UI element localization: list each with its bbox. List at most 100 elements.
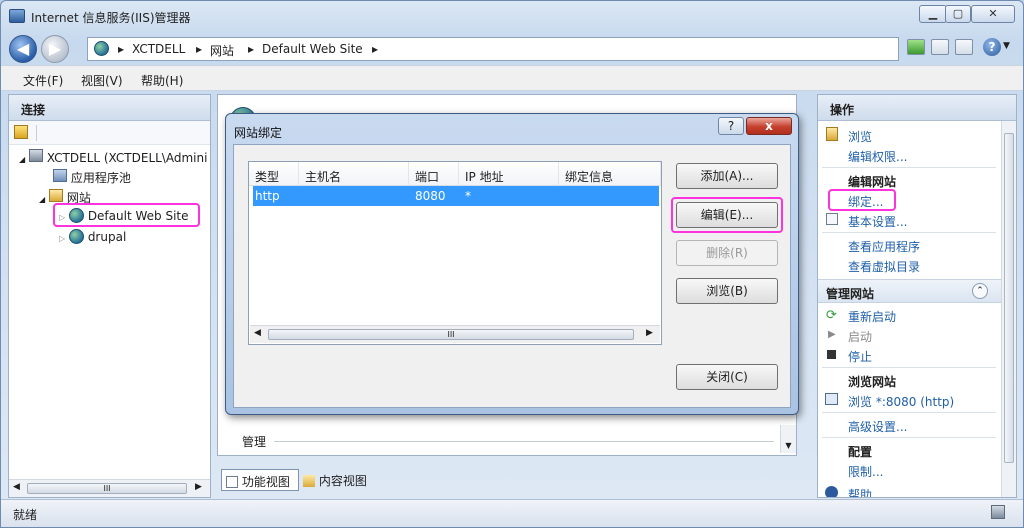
- connections-horizontal-scrollbar[interactable]: ◀ III ▶: [9, 479, 210, 497]
- actions-scroll-thumb[interactable]: [1004, 133, 1014, 463]
- forward-arrow-icon[interactable]: ▶: [41, 35, 69, 63]
- navigation-bar: ◀ ▶ ▸ XCTDELL ▸ 网站 ▸ Default Web Site ▸ …: [1, 31, 1023, 65]
- section-edit-site: 编辑网站: [848, 175, 897, 189]
- stop-square-icon: [827, 350, 836, 359]
- action-help[interactable]: 帮助: [848, 486, 872, 497]
- collapse-section-icon[interactable]: ⌃: [972, 283, 988, 299]
- action-explore[interactable]: 浏览: [848, 128, 872, 145]
- connect-icon[interactable]: [14, 125, 28, 139]
- cell-port: 8080: [415, 189, 446, 203]
- action-start: 启动: [848, 330, 873, 344]
- separator: [822, 412, 996, 413]
- column-header-ip[interactable]: IP 地址: [459, 162, 559, 186]
- help-dropdown-icon[interactable]: ▼: [1003, 41, 1010, 51]
- menu-file[interactable]: 文件(F): [23, 72, 63, 89]
- remove-button[interactable]: 删除(R): [676, 240, 778, 266]
- site-bindings-dialog: 网站绑定 ? x 类型 主机名 端口 IP 地址 绑定信息 http 8080 …: [225, 113, 799, 415]
- column-header-type[interactable]: 类型: [249, 162, 299, 186]
- menu-help[interactable]: 帮助(H): [141, 72, 183, 89]
- refresh-icon[interactable]: [907, 39, 925, 55]
- app-pool-icon: [53, 169, 67, 182]
- column-header-binding-info[interactable]: 绑定信息: [559, 162, 661, 186]
- close-button[interactable]: 关闭(C): [676, 364, 778, 390]
- browse-icon: [825, 393, 838, 405]
- separator: [822, 367, 996, 368]
- actions-scrollbar[interactable]: [1001, 121, 1016, 497]
- action-limits[interactable]: 限制...: [848, 463, 883, 480]
- collapse-icon[interactable]: ◢: [19, 155, 25, 164]
- content-view-icon: [303, 475, 315, 487]
- add-button[interactable]: 添加(A)...: [676, 163, 778, 189]
- network-status-icon: [991, 505, 1005, 519]
- action-bindings[interactable]: 绑定...: [828, 189, 896, 211]
- connections-header: 连接: [9, 95, 210, 121]
- action-restart[interactable]: 重新启动: [848, 308, 896, 325]
- column-header-host[interactable]: 主机名: [299, 162, 409, 186]
- action-browse-8080[interactable]: 浏览 *:8080 (http): [848, 393, 954, 410]
- actions-pane: 操作 浏览 编辑权限... 编辑网站 绑定... 基本设置... 查看应用程序 …: [817, 94, 1017, 498]
- close-window-button[interactable]: ✕: [971, 5, 1015, 23]
- explore-icon: [826, 127, 838, 141]
- maximize-button[interactable]: ▢: [945, 5, 971, 23]
- scroll-thumb[interactable]: III: [27, 483, 187, 494]
- scroll-right-icon[interactable]: ▶: [195, 482, 202, 492]
- manage-site-header: 管理网站 ⌃: [818, 279, 1001, 303]
- dialog-close-button[interactable]: x: [746, 117, 792, 135]
- stop-icon[interactable]: [931, 39, 949, 55]
- action-edit-permissions[interactable]: 编辑权限...: [848, 148, 907, 165]
- globe-icon: [94, 41, 109, 56]
- features-view-icon: [226, 476, 238, 488]
- status-text: 就绪: [13, 508, 38, 522]
- scroll-left-icon[interactable]: ◀: [13, 482, 20, 492]
- action-stop[interactable]: 停止: [848, 348, 872, 365]
- manage-section-label: 管理: [242, 435, 267, 449]
- action-basic-settings[interactable]: 基本设置...: [848, 213, 907, 230]
- server-icon: [28, 149, 43, 162]
- tree-item-default-web-site[interactable]: ▷ Default Web Site: [53, 203, 200, 227]
- globe-icon: [68, 229, 84, 244]
- restart-icon: ⟳: [826, 308, 837, 323]
- dialog-title: 网站绑定: [234, 126, 283, 140]
- expand-icon[interactable]: ▷: [59, 234, 65, 243]
- scroll-left-icon[interactable]: ◀: [254, 328, 261, 338]
- breadcrumb-sites[interactable]: 网站: [210, 42, 234, 59]
- section-divider: [274, 441, 774, 442]
- action-advanced-settings[interactable]: 高级设置...: [848, 418, 907, 435]
- edit-button[interactable]: 编辑(E)...: [676, 202, 778, 228]
- tree-item-drupal[interactable]: ▷ drupal: [59, 229, 126, 244]
- globe-icon: [68, 208, 84, 223]
- home-icon[interactable]: [955, 39, 973, 55]
- minimize-button[interactable]: ▁: [919, 5, 947, 23]
- status-bar: 就绪: [1, 499, 1023, 527]
- breadcrumb-server[interactable]: XCTDELL: [132, 42, 185, 56]
- tree-item-app-pools[interactable]: 应用程序池: [53, 169, 131, 186]
- expand-icon[interactable]: ▷: [59, 213, 65, 222]
- connections-pane: 连接 ◢ XCTDELL (XCTDELL\Admini 应用程序池 ◢ 网站 …: [8, 94, 211, 498]
- column-header-port[interactable]: 端口: [409, 162, 459, 186]
- dialog-help-button[interactable]: ?: [718, 117, 744, 135]
- scroll-right-icon[interactable]: ▶: [646, 328, 653, 338]
- menu-view[interactable]: 视图(V): [81, 72, 123, 89]
- tab-features-view[interactable]: 功能视图: [221, 469, 299, 491]
- feature-scroll-down-icon[interactable]: ▼: [780, 425, 796, 453]
- bindings-horizontal-scrollbar[interactable]: ◀ III ▶: [250, 325, 660, 343]
- breadcrumb-site[interactable]: Default Web Site: [262, 42, 363, 56]
- scroll-thumb[interactable]: III: [268, 329, 634, 340]
- menu-bar: 文件(F) 视图(V) 帮助(H): [1, 65, 1023, 91]
- cell-ip: *: [465, 189, 471, 203]
- back-arrow-icon[interactable]: ◀: [9, 35, 37, 63]
- iis-app-icon: [9, 9, 25, 23]
- dialog-body: 类型 主机名 端口 IP 地址 绑定信息 http 8080 * ◀ III ▶: [233, 144, 791, 408]
- collapse-icon[interactable]: ◢: [39, 195, 45, 204]
- address-bar[interactable]: ▸ XCTDELL ▸ 网站 ▸ Default Web Site ▸: [87, 37, 899, 61]
- action-view-applications[interactable]: 查看应用程序: [848, 238, 920, 255]
- tree-item-server[interactable]: ◢ XCTDELL (XCTDELL\Admini: [19, 149, 207, 165]
- bindings-list[interactable]: 类型 主机名 端口 IP 地址 绑定信息 http 8080 * ◀ III ▶: [248, 161, 662, 345]
- separator: [822, 167, 996, 168]
- action-view-virtual-dirs[interactable]: 查看虚拟目录: [848, 258, 920, 275]
- help-icon[interactable]: ?: [983, 38, 1001, 56]
- browse-button[interactable]: 浏览(B): [676, 278, 778, 304]
- tab-content-view[interactable]: 内容视图: [299, 469, 371, 491]
- table-row[interactable]: http 8080 *: [253, 186, 659, 206]
- toolbar-divider: [36, 125, 37, 141]
